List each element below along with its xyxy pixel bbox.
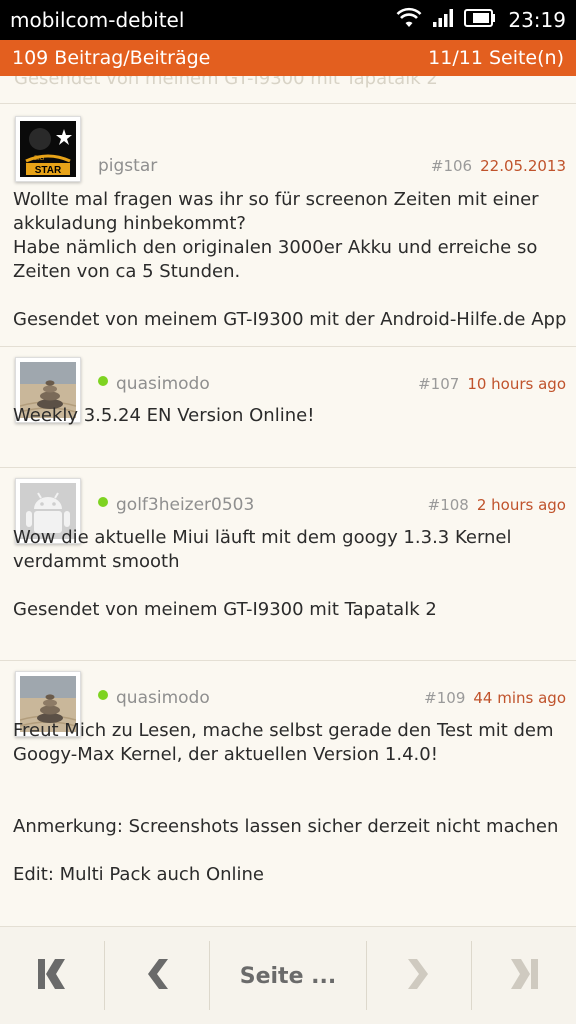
- post-line: Weekly 3.5.24 EN Version Online!: [13, 405, 315, 426]
- goto-page-label: Seite ...: [239, 963, 337, 989]
- previous-page-icon: [142, 956, 172, 996]
- last-page-icon: [507, 956, 541, 996]
- status-bar: mobilcom-debitel 23:19: [0, 0, 576, 40]
- post-body: Freut Mich zu Lesen, mache selbst gerade…: [13, 719, 569, 887]
- previous-post-fragment: Gesendet von meinem GT-I9300 mit Tapatal…: [14, 76, 438, 89]
- post-line: verdammt smooth: [13, 551, 180, 572]
- post-body: Wow die aktuelle Miui läuft mit dem goog…: [13, 526, 569, 622]
- post-line: akkuladung hinbekommt?: [13, 213, 246, 234]
- post-date: 2 hours ago: [476, 496, 566, 514]
- post-line: [13, 791, 569, 815]
- post-number: #109: [424, 689, 466, 707]
- post-line: [13, 767, 569, 791]
- post-line: [13, 574, 569, 598]
- username[interactable]: quasimodo: [116, 688, 210, 708]
- post-line: Googy-Max Kernel, der aktuellen Version …: [13, 744, 438, 765]
- post-line: Habe nämlich den originalen 3000er Akku …: [13, 237, 538, 258]
- battery-icon: [464, 9, 496, 31]
- clock: 23:19: [508, 8, 566, 32]
- post-line: Zeiten von ca 5 Stunden.: [13, 261, 241, 282]
- carrier-name: mobilcom-debitel: [10, 8, 185, 32]
- post-line: Anmerkung: Screenshots lassen sicher der…: [13, 816, 559, 837]
- next-page-button[interactable]: [367, 927, 471, 1024]
- post-line: [13, 839, 569, 863]
- first-page-button[interactable]: [0, 927, 104, 1024]
- post-number: #106: [430, 157, 473, 175]
- page-navigation: Seite ...: [0, 926, 576, 1024]
- post-line: Wollte mal fragen was ihr so für screeno…: [13, 189, 539, 210]
- post-body: Wollte mal fragen was ihr so für screeno…: [13, 188, 569, 332]
- post-line: Gesendet von meinem GT-I9300 mit Tapatal…: [13, 599, 437, 620]
- post-number: #108: [427, 496, 469, 514]
- last-page-button[interactable]: [472, 927, 576, 1024]
- previous-page-button[interactable]: [105, 927, 209, 1024]
- post-list[interactable]: Gesendet von meinem GT-I9300 mit Tapatal…: [0, 76, 576, 926]
- post-line: Edit: Multi Pack auch Online: [13, 864, 265, 885]
- post-meta: golf3heizer0503 #108 2 hours ago: [0, 493, 576, 517]
- post-date: 44 mins ago: [473, 689, 566, 707]
- post-line: Freut Mich zu Lesen, mache selbst gerade…: [13, 720, 554, 741]
- post-line: [13, 284, 569, 308]
- first-page-icon: [35, 956, 69, 996]
- post-date: 22.05.2013: [480, 157, 566, 175]
- post-line: Gesendet von meinem GT-I9300 mit der And…: [13, 309, 567, 330]
- username[interactable]: quasimodo: [116, 374, 210, 394]
- goto-page-button[interactable]: Seite ...: [210, 927, 366, 1024]
- post-date: 10 hours ago: [467, 375, 566, 393]
- wifi-icon: [396, 7, 422, 33]
- post-106[interactable]: STAR BIG pigstar #106 22.05.2013 Wollte …: [0, 104, 576, 347]
- next-page-icon: [404, 956, 434, 996]
- post-number: #107: [418, 375, 460, 393]
- post-meta: pigstar #106 22.05.2013: [0, 154, 576, 178]
- page-indicator: 11/11 Seite(n): [428, 47, 564, 69]
- username[interactable]: golf3heizer0503: [116, 495, 254, 515]
- post-107[interactable]: quasimodo #107 10 hours ago Weekly 3.5.2…: [0, 347, 576, 468]
- username[interactable]: pigstar: [98, 156, 157, 176]
- post-108[interactable]: golf3heizer0503 #108 2 hours ago Wow die…: [0, 468, 576, 660]
- post-meta: quasimodo #109 44 mins ago: [0, 686, 576, 710]
- signal-icon: [432, 8, 454, 32]
- post-line: Wow die aktuelle Miui läuft mit dem goog…: [13, 527, 512, 548]
- post-109[interactable]: quasimodo #109 44 mins ago Freut Mich zu…: [0, 661, 576, 926]
- thread-header: 109 Beitrag/Beiträge 11/11 Seite(n): [0, 40, 576, 76]
- post-meta: quasimodo #107 10 hours ago: [0, 372, 576, 396]
- post-body: Weekly 3.5.24 EN Version Online!: [13, 404, 569, 428]
- post-count: 109 Beitrag/Beiträge: [12, 47, 211, 69]
